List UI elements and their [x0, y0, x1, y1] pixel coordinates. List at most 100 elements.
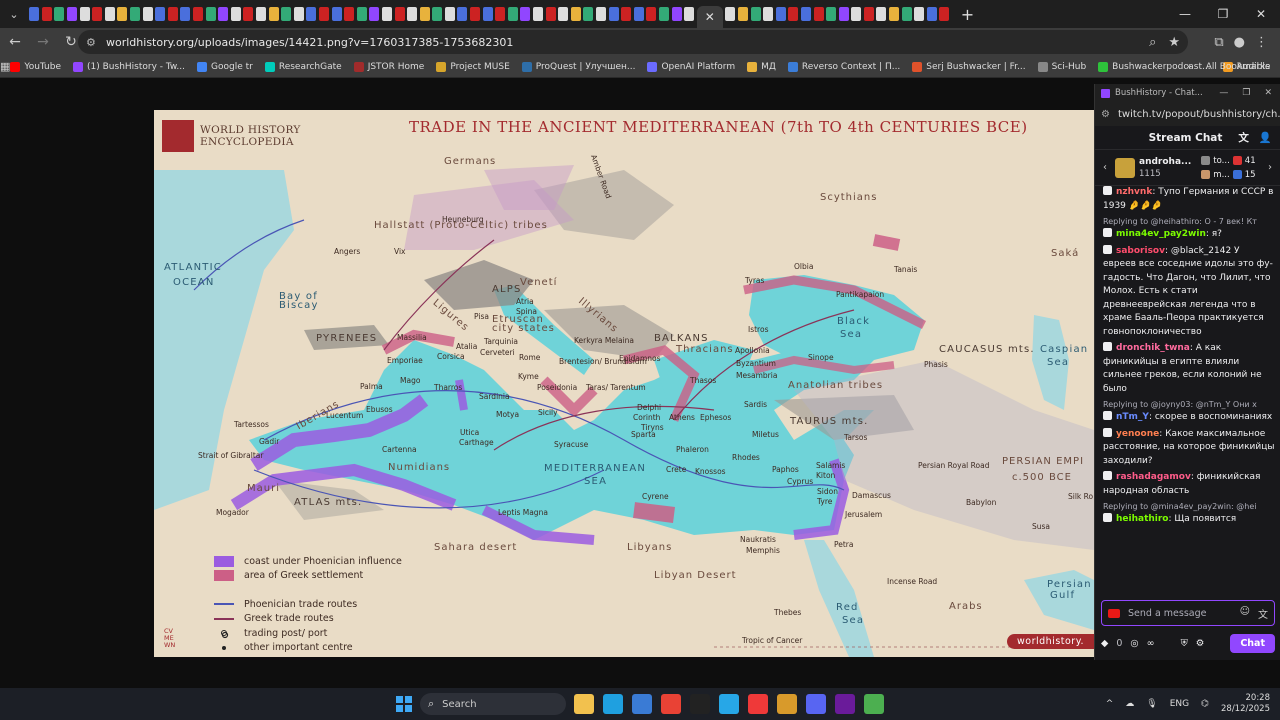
- extensions-icon[interactable]: ⧉: [1214, 35, 1223, 50]
- browser-tab[interactable]: [142, 7, 153, 21]
- bookmark-item[interactable]: Serj Bushwacker | Fr...: [912, 61, 1026, 72]
- bookmark-item[interactable]: МД: [747, 61, 776, 72]
- new-tab-icon[interactable]: +: [961, 5, 974, 24]
- bookmark-star-icon[interactable]: ★: [1168, 35, 1180, 50]
- browser-tab[interactable]: [167, 7, 178, 21]
- browser-tab[interactable]: [67, 7, 78, 21]
- settings-icon[interactable]: ⚙: [1196, 638, 1205, 649]
- shield-icon[interactable]: ⛨: [1181, 638, 1188, 649]
- browser-tab[interactable]: [926, 7, 937, 21]
- browser-tab[interactable]: [344, 7, 355, 21]
- browser-tab[interactable]: [444, 7, 455, 21]
- discord-icon[interactable]: [806, 694, 826, 714]
- browser-tab[interactable]: [293, 7, 304, 21]
- browser-tab[interactable]: [117, 7, 128, 21]
- reply-context[interactable]: Replying to @joyny03: @nTm_Y Они х: [1103, 399, 1275, 411]
- browser-tab[interactable]: [939, 7, 950, 21]
- restore-icon[interactable]: ❐: [1204, 0, 1242, 28]
- browser-tab[interactable]: [104, 7, 115, 21]
- bookmark-item[interactable]: YouTube: [10, 61, 61, 72]
- chat-message[interactable]: Replying to @mina4ev_pay2win: @hei heihat…: [1103, 501, 1275, 527]
- browser-tab[interactable]: [658, 7, 669, 21]
- browser-tab[interactable]: [570, 7, 581, 21]
- all-bookmarks[interactable]: All Bookmarks: [1206, 62, 1270, 72]
- browser-tab[interactable]: [432, 7, 443, 21]
- chat-input[interactable]: Send a message ☺ 文: [1101, 600, 1275, 626]
- chat-minimize-icon[interactable]: —: [1219, 88, 1228, 98]
- browser-tab[interactable]: [155, 7, 166, 21]
- chevron-up-icon[interactable]: ^: [1106, 699, 1114, 709]
- browser-tab[interactable]: [725, 7, 736, 21]
- browser-tab[interactable]: [684, 7, 695, 21]
- browser-tab[interactable]: [876, 7, 887, 21]
- browser-tab[interactable]: [800, 7, 811, 21]
- browser-tab[interactable]: [763, 7, 774, 21]
- browser-tab[interactable]: [838, 7, 849, 21]
- telegram-icon[interactable]: [719, 694, 739, 714]
- bookmark-item[interactable]: Reverso Context | П...: [787, 61, 900, 72]
- browser-tab[interactable]: [470, 7, 481, 21]
- mic-icon[interactable]: 🎙: [1146, 699, 1157, 709]
- translate-icon[interactable]: 文: [1238, 130, 1249, 145]
- browser-tab[interactable]: [788, 7, 799, 21]
- chat-username[interactable]: heihathiro: [1116, 514, 1169, 524]
- tab-search-button[interactable]: ⌄: [0, 0, 28, 28]
- chat-message[interactable]: nzhvnk: Тупо Германия и СССР в 1939 🤌🤌🤌: [1103, 186, 1275, 213]
- browser-tab[interactable]: [394, 7, 405, 21]
- browser-tab[interactable]: [230, 7, 241, 21]
- browser-tab[interactable]: [608, 7, 619, 21]
- reply-context[interactable]: Replying to @mina4ev_pay2win: @hei: [1103, 501, 1275, 513]
- forward-icon[interactable]: →: [30, 29, 56, 55]
- chrome-icon[interactable]: [661, 694, 681, 714]
- browser-tab[interactable]: [41, 7, 52, 21]
- more-bookmarks-icon[interactable]: »: [1186, 62, 1192, 72]
- browser-tab[interactable]: [369, 7, 380, 21]
- chat-username[interactable]: rashadagamov: [1116, 472, 1191, 482]
- browser-tab[interactable]: [646, 7, 657, 21]
- browser-tab[interactable]: [863, 7, 874, 21]
- channel-points-icon[interactable]: ◎: [1130, 638, 1138, 649]
- browser-tab[interactable]: [507, 7, 518, 21]
- bits-icon[interactable]: ◆: [1101, 638, 1108, 649]
- chat-username[interactable]: mina4ev_pay2win: [1116, 229, 1206, 239]
- terminal-icon[interactable]: [690, 694, 710, 714]
- browser-tab[interactable]: [218, 7, 229, 21]
- chat-message[interactable]: Replying to @heihathiro: О - 7 век! Кт mi…: [1103, 216, 1275, 242]
- browser-tab[interactable]: [205, 7, 216, 21]
- browser-tab[interactable]: [318, 7, 329, 21]
- windows-start-icon[interactable]: [396, 696, 412, 712]
- taskbar-search[interactable]: ⌕ Search: [420, 693, 566, 715]
- app-icon[interactable]: [864, 694, 884, 714]
- browser-tab[interactable]: [457, 7, 468, 21]
- edge-icon[interactable]: [603, 694, 623, 714]
- bookmark-item[interactable]: ProQuest | Улучшен...: [521, 61, 635, 72]
- browser-tab[interactable]: [750, 7, 761, 21]
- bookmark-item[interactable]: ResearchGate: [264, 61, 342, 72]
- browser-tab[interactable]: [243, 7, 254, 21]
- browser-tab[interactable]: [633, 7, 644, 21]
- menu-icon[interactable]: ⋮: [1255, 35, 1268, 50]
- browser-tab[interactable]: [889, 7, 900, 21]
- chat-message[interactable]: saborisov: @black_2142 У евреев все сосе…: [1103, 244, 1275, 340]
- browser-tab-active[interactable]: ✕: [696, 6, 723, 28]
- chevron-right-icon[interactable]: ›: [1264, 162, 1276, 173]
- apps-grid-icon[interactable]: ▦: [0, 60, 10, 73]
- bookmark-item[interactable]: (1) BushHistory - Tw...: [73, 61, 185, 72]
- browser-tab[interactable]: [419, 7, 430, 21]
- browser-tab[interactable]: [407, 7, 418, 21]
- browser-tab[interactable]: [775, 7, 786, 21]
- browser-tab[interactable]: [381, 7, 392, 21]
- browser-tab[interactable]: [533, 7, 544, 21]
- bookmark-item[interactable]: JSTOR Home: [353, 61, 424, 72]
- cloud-icon[interactable]: ☁: [1125, 699, 1134, 709]
- chat-url-bar[interactable]: ⚙ twitch.tv/popout/bushhistory/ch...: [1095, 102, 1280, 126]
- leaderboard-top-name[interactable]: androha...: [1139, 157, 1191, 167]
- url-text[interactable]: worldhistory.org/uploads/images/14421.pn…: [106, 36, 513, 49]
- browser-tab[interactable]: [356, 7, 367, 21]
- browser-tab[interactable]: [545, 7, 556, 21]
- browser-tab[interactable]: [193, 7, 204, 21]
- chat-close-icon[interactable]: ✕: [1264, 88, 1272, 98]
- chat-username[interactable]: nTm_Y: [1116, 412, 1149, 422]
- browser-tab[interactable]: [671, 7, 682, 21]
- camera-icon[interactable]: [1108, 608, 1120, 618]
